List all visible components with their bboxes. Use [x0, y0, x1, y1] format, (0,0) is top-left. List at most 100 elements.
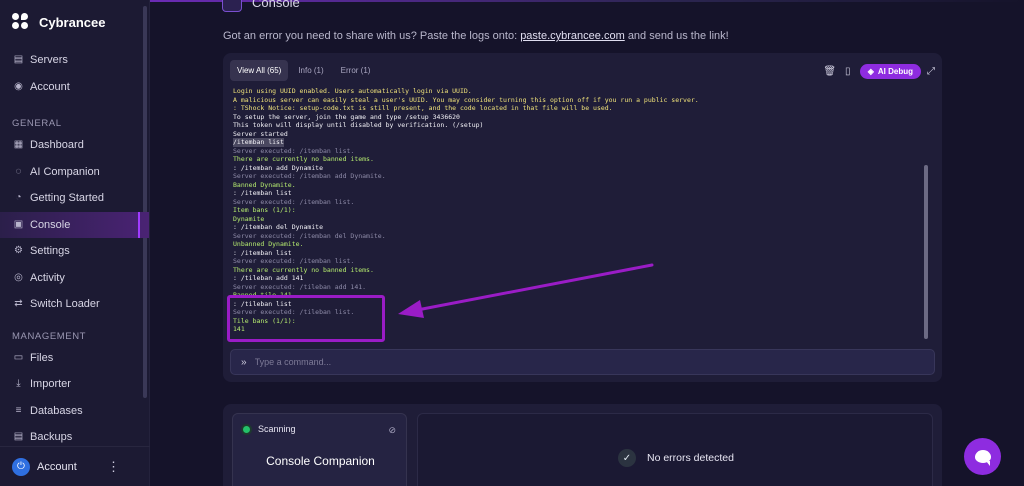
log-line-text: : /itemban list [233, 248, 292, 257]
sidebar-item-console[interactable]: ▣ Console [0, 211, 149, 238]
log-line: A malicious server can easily steal a us… [233, 96, 923, 105]
log-line-text: Server executed: /itemban list. [233, 257, 355, 265]
compass-icon: ◔ [15, 192, 22, 204]
log-line-text: A malicious server can easily steal a us… [233, 95, 699, 104]
sidebar-item-label: Databases [30, 404, 83, 417]
log-line: Server executed: /tileban add 141. [233, 283, 923, 292]
paste-notice: Got an error you need to share with us? … [223, 30, 729, 42]
notice-prefix: Got an error you need to share with us? … [223, 30, 518, 42]
sidebar-item-label: Backups [30, 431, 73, 444]
console-scrollbar[interactable] [924, 165, 928, 339]
sidebar-item-switch-loader[interactable]: ⇄ Switch Loader [0, 291, 149, 318]
log-line: This token will display until disabled b… [233, 121, 923, 130]
log-line-text: : TShock Notice: setup-code.txt is still… [233, 104, 613, 112]
section-management: MANAGEMENT [12, 330, 87, 342]
log-line: Server executed: /itemban list. [233, 257, 923, 266]
chevron-right-icon: » [241, 356, 247, 368]
command-bar[interactable]: » [230, 349, 935, 375]
sidebar-item-label: AI Companion [30, 165, 100, 178]
page-header: Console [222, 0, 300, 12]
sidebar-item-importer[interactable]: ⤓ Importer [0, 371, 149, 398]
sidebar-item-databases[interactable]: ≡ Databases [0, 398, 149, 425]
trash-icon[interactable]: 🗑 [823, 66, 836, 78]
server-icon: ▤ [13, 54, 24, 66]
log-line: Unbanned Dynamite. [233, 240, 923, 249]
sidebar-item-label: Account [30, 80, 70, 93]
check-icon: ✓ [618, 449, 636, 467]
gear-icon: ⚙ [14, 245, 23, 257]
sidebar-item-label: Switch Loader [30, 298, 100, 311]
account-menu[interactable]: ⏻ Account ⋮ [0, 446, 150, 486]
command-input[interactable] [254, 357, 855, 367]
log-line-text: This token will display until disabled b… [233, 121, 484, 129]
archive-icon: ▤ [13, 431, 24, 443]
page-title: Console [252, 0, 300, 10]
sidebar-item-ai-companion[interactable]: ◌ AI Companion [0, 159, 149, 186]
log-line-text: To setup the server, join the game and t… [233, 112, 460, 121]
more-options-icon[interactable]: ⋮ [107, 459, 120, 475]
log-line: There are currently no banned items. [233, 266, 923, 275]
status-dot-icon [243, 425, 250, 433]
log-line-text: Server executed: /itemban list. [233, 146, 355, 155]
scan-status: Scanning [243, 424, 296, 434]
brand-name: Cybrancee [39, 14, 106, 30]
account-icon: ◉ [14, 80, 23, 92]
dashboard-icon: ▦ [13, 139, 24, 151]
clipboard-icon[interactable]: ▯ [842, 66, 854, 78]
log-line: Item bans (1/1): [233, 206, 923, 215]
sidebar-item-files[interactable]: ▭ Files [0, 345, 149, 372]
power-icon: ⏻ [12, 457, 30, 476]
sidebar-item-label: Importer [30, 378, 71, 391]
switch-icon: ⇄ [14, 298, 23, 310]
chat-launcher-button[interactable] [964, 438, 1001, 475]
log-line-text: Dynamite [233, 214, 265, 223]
sidebar-item-account[interactable]: ◉ Account [0, 74, 149, 101]
tab-view-all[interactable]: View All (65) [230, 60, 289, 81]
log-line: Dynamite [233, 215, 923, 224]
log-line: Login using UUID enabled. Users automati… [233, 87, 923, 96]
log-line-text: There are currently no banned items. [233, 155, 374, 163]
tab-error[interactable]: Error (1) [334, 60, 378, 81]
terminal-icon [222, 0, 242, 12]
brand[interactable]: Cybrancee [0, 0, 149, 44]
folder-icon: ▭ [13, 351, 24, 363]
eye-off-icon[interactable]: ⊘ [388, 425, 396, 436]
log-line-text: Server executed: /itemban list. [233, 197, 355, 206]
sidebar-item-label: Settings [30, 245, 70, 258]
expand-icon[interactable]: ⤢ [927, 66, 935, 77]
account-label: Account [37, 460, 77, 473]
sidebar-item-label: Dashboard [30, 139, 84, 152]
sidebar-item-settings[interactable]: ⚙ Settings [0, 238, 149, 265]
log-line-text: Unbanned Dynamite. [233, 240, 304, 248]
log-line-text: : /itemban add Dynamite [233, 163, 324, 172]
eye-icon: ◎ [14, 271, 23, 283]
sidebar-item-getting-started[interactable]: ◔ Getting Started [0, 185, 149, 212]
log-line-text: : /itemban list [233, 189, 292, 197]
terminal-icon: ▣ [13, 218, 24, 230]
log-line: : TShock Notice: setup-code.txt is still… [233, 104, 923, 113]
no-errors-label: No errors detected [647, 452, 734, 464]
log-line-text: Server executed: /tileban add 141. [233, 282, 367, 291]
log-line: : /itemban list [233, 249, 923, 258]
companion-title: Console Companion [266, 454, 375, 468]
log-line-text: Item bans (1/1): [233, 206, 296, 214]
sidebar-item-activity[interactable]: ◎ Activity [0, 265, 149, 292]
ai-debug-label: AI Debug [877, 67, 913, 76]
section-general: GENERAL [12, 118, 62, 129]
no-errors-status: ✓ No errors detected [618, 449, 734, 467]
ai-debug-button[interactable]: ◈ AI Debug [859, 64, 921, 79]
notice-suffix: and send us the link! [627, 30, 729, 42]
log-line: : /tileban add 141 [233, 274, 923, 283]
sidebar-item-dashboard[interactable]: ▦ Dashboard [0, 132, 149, 159]
log-line-text: : /itemban del Dynamite [233, 223, 324, 231]
log-line: : /itemban del Dynamite [233, 223, 923, 232]
paste-link[interactable]: paste.cybrancee.com [520, 30, 625, 42]
sidebar-item-servers[interactable]: ▤ Servers [0, 47, 149, 74]
sidebar: Cybrancee ▤ Servers ◉ Account GENERAL ▦ Das… [0, 0, 150, 486]
scan-status-label: Scanning [258, 424, 296, 434]
ai-chat-icon: ◌ [15, 165, 22, 177]
log-line-text: : /tileban add 141 [233, 274, 304, 282]
log-line: : /itemban add Dynamite [233, 164, 923, 173]
sidebar-item-label: Console [30, 218, 71, 231]
tab-info[interactable]: Info (1) [291, 60, 330, 81]
